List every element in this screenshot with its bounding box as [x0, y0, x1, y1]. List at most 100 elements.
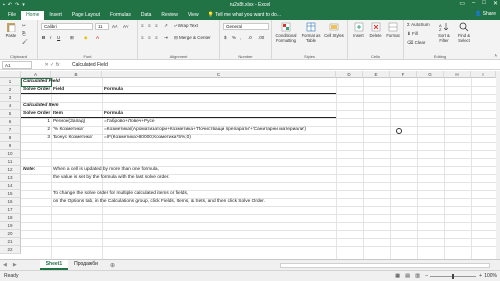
- worksheet-grid[interactable]: A B C D E F G H I 1 2 3 4 5 6 7 8 9 10 1…: [0, 71, 496, 259]
- clear-button[interactable]: ⌫ Clear: [407, 40, 425, 46]
- column-header-c[interactable]: C: [102, 71, 336, 78]
- horizontal-scrollbar[interactable]: [280, 263, 490, 268]
- row-header[interactable]: 11: [0, 158, 21, 166]
- row-header[interactable]: 10: [0, 150, 21, 158]
- font-name-box[interactable]: Calibri: [41, 23, 93, 30]
- maximize-icon[interactable]: □: [482, 0, 486, 7]
- cell-b10[interactable]: When a cell is updated by more than one …: [53, 166, 159, 174]
- zoom-slider-thumb[interactable]: [452, 274, 454, 279]
- tab-review[interactable]: Review: [156, 11, 182, 20]
- decrease-font-icon[interactable]: A˅: [123, 24, 129, 29]
- tab-home[interactable]: Home: [21, 11, 45, 20]
- tab-page-layout[interactable]: Page Layout: [67, 11, 105, 20]
- format-cells-button[interactable]: Format: [384, 22, 402, 38]
- row-header[interactable]: 3: [0, 94, 21, 102]
- ribbon-display-icon[interactable]: ▭: [459, 0, 465, 7]
- row-header[interactable]: 17: [0, 206, 21, 214]
- column-header-f[interactable]: F: [390, 71, 417, 78]
- copy-icon[interactable]: ⎘: [22, 31, 26, 36]
- scroll-sheets-left-icon[interactable]: ◀: [0, 262, 10, 268]
- number-format-box[interactable]: General: [223, 23, 269, 30]
- row-header[interactable]: 19: [0, 222, 21, 230]
- row-header[interactable]: 2: [0, 86, 21, 94]
- percent-icon[interactable]: %: [232, 35, 236, 40]
- cell-a4[interactable]: Calculated Item: [23, 102, 58, 110]
- find-select-button[interactable]: Find & Select: [454, 22, 474, 43]
- column-header-g[interactable]: G: [417, 71, 444, 78]
- vertical-scrollbar[interactable]: [496, 71, 500, 259]
- row-header[interactable]: 16: [0, 198, 21, 206]
- collapse-ribbon-icon[interactable]: ˄: [494, 53, 497, 58]
- cell-b6[interactable]: Регион(Запад): [53, 118, 85, 126]
- underline-icon[interactable]: U: [57, 35, 60, 40]
- name-box[interactable]: A1: [2, 60, 32, 69]
- sort-filter-button[interactable]: AZ Sort & Filter: [434, 22, 454, 43]
- align-right-icon[interactable]: ≡: [155, 35, 158, 40]
- row-header[interactable]: 21: [0, 238, 21, 246]
- row-header[interactable]: 7: [0, 126, 21, 134]
- cell-b7[interactable]: '% Козметика': [53, 126, 84, 134]
- row-header[interactable]: 9: [0, 142, 21, 150]
- italic-icon[interactable]: I: [50, 35, 51, 40]
- comma-icon[interactable]: ,: [240, 35, 241, 40]
- minimize-icon[interactable]: –: [472, 0, 475, 7]
- orientation-icon[interactable]: ↗: [164, 23, 168, 29]
- align-middle-icon[interactable]: ≡: [148, 23, 151, 28]
- close-icon[interactable]: ✕: [493, 0, 498, 7]
- conditional-formatting-button[interactable]: Conditional Formatting: [273, 22, 299, 43]
- tab-insert[interactable]: Insert: [44, 11, 67, 20]
- column-header-b[interactable]: B: [51, 71, 102, 78]
- cell-a7[interactable]: 2: [21, 126, 50, 134]
- cell-a8[interactable]: 3: [21, 134, 50, 142]
- sheet-tab-sheet1[interactable]: Sheet1: [39, 260, 69, 270]
- cell-styles-button[interactable]: Cell Styles: [323, 22, 345, 38]
- delete-cells-button[interactable]: Delete: [367, 22, 384, 38]
- formula-input[interactable]: Calculated Field: [72, 62, 108, 68]
- fill-button[interactable]: ⬇ Fill: [407, 31, 418, 37]
- row-header[interactable]: 20: [0, 230, 21, 238]
- currency-icon[interactable]: $: [224, 35, 227, 40]
- format-painter-icon[interactable]: 🖌: [22, 39, 28, 45]
- cut-icon[interactable]: ✂: [22, 23, 26, 29]
- increase-font-icon[interactable]: A˄: [112, 24, 118, 29]
- row-header[interactable]: 4: [0, 102, 21, 110]
- tab-file[interactable]: File: [3, 11, 21, 20]
- cell-b8[interactable]: 'Бонус Козметика': [53, 134, 93, 142]
- align-bottom-icon[interactable]: ≡: [155, 23, 158, 28]
- font-color-icon[interactable]: A: [96, 35, 99, 40]
- row-header[interactable]: 13: [0, 174, 21, 182]
- normal-view-icon[interactable]: ▦: [395, 273, 400, 279]
- cancel-icon[interactable]: ✕: [44, 62, 48, 68]
- cell-c7[interactable]: =Козметика/(Ароматизатори+Козметика+'Поч…: [104, 126, 306, 134]
- cell-a6[interactable]: 1: [21, 118, 50, 126]
- new-sheet-icon[interactable]: ⊕: [104, 262, 121, 269]
- indent-icon[interactable]: ⇥: [164, 35, 168, 41]
- tab-formulas[interactable]: Formulas: [105, 11, 136, 20]
- page-layout-view-icon[interactable]: ▤: [405, 273, 410, 279]
- bold-icon[interactable]: B: [42, 35, 45, 40]
- column-header-i[interactable]: I: [471, 71, 496, 78]
- row-header[interactable]: 6: [0, 118, 21, 126]
- zoom-in-icon[interactable]: +: [479, 273, 482, 279]
- borders-icon[interactable]: ⊞: [70, 35, 74, 41]
- column-header-h[interactable]: H: [444, 71, 471, 78]
- insert-cells-button[interactable]: Insert: [350, 22, 367, 38]
- row-header[interactable]: 18: [0, 214, 21, 222]
- row-header[interactable]: 22: [0, 246, 21, 254]
- align-left-icon[interactable]: ≡: [141, 35, 144, 40]
- increase-decimal-icon[interactable]: .0: [248, 35, 252, 40]
- share-button[interactable]: 👤 Share: [475, 10, 496, 19]
- row-header[interactable]: 8: [0, 134, 21, 142]
- row-header[interactable]: 1: [0, 78, 21, 86]
- tell-me-box[interactable]: 💡 Tell me what you want to do...: [204, 11, 281, 20]
- row-header[interactable]: 12: [0, 166, 21, 174]
- row-header[interactable]: 14: [0, 182, 21, 190]
- align-center-icon[interactable]: ≡: [148, 35, 151, 40]
- cell-b11[interactable]: the value is set by the formula with the…: [53, 174, 170, 182]
- font-size-box[interactable]: 11: [95, 23, 109, 30]
- wrap-text-button[interactable]: ⤶ Wrap Text: [174, 23, 198, 28]
- merge-center-button[interactable]: ⊟ Merge & Center: [174, 35, 211, 41]
- fx-button[interactable]: ✕ ✓ fx: [32, 62, 72, 68]
- cell-a10[interactable]: Note:: [23, 166, 35, 174]
- select-all-corner[interactable]: [0, 71, 21, 78]
